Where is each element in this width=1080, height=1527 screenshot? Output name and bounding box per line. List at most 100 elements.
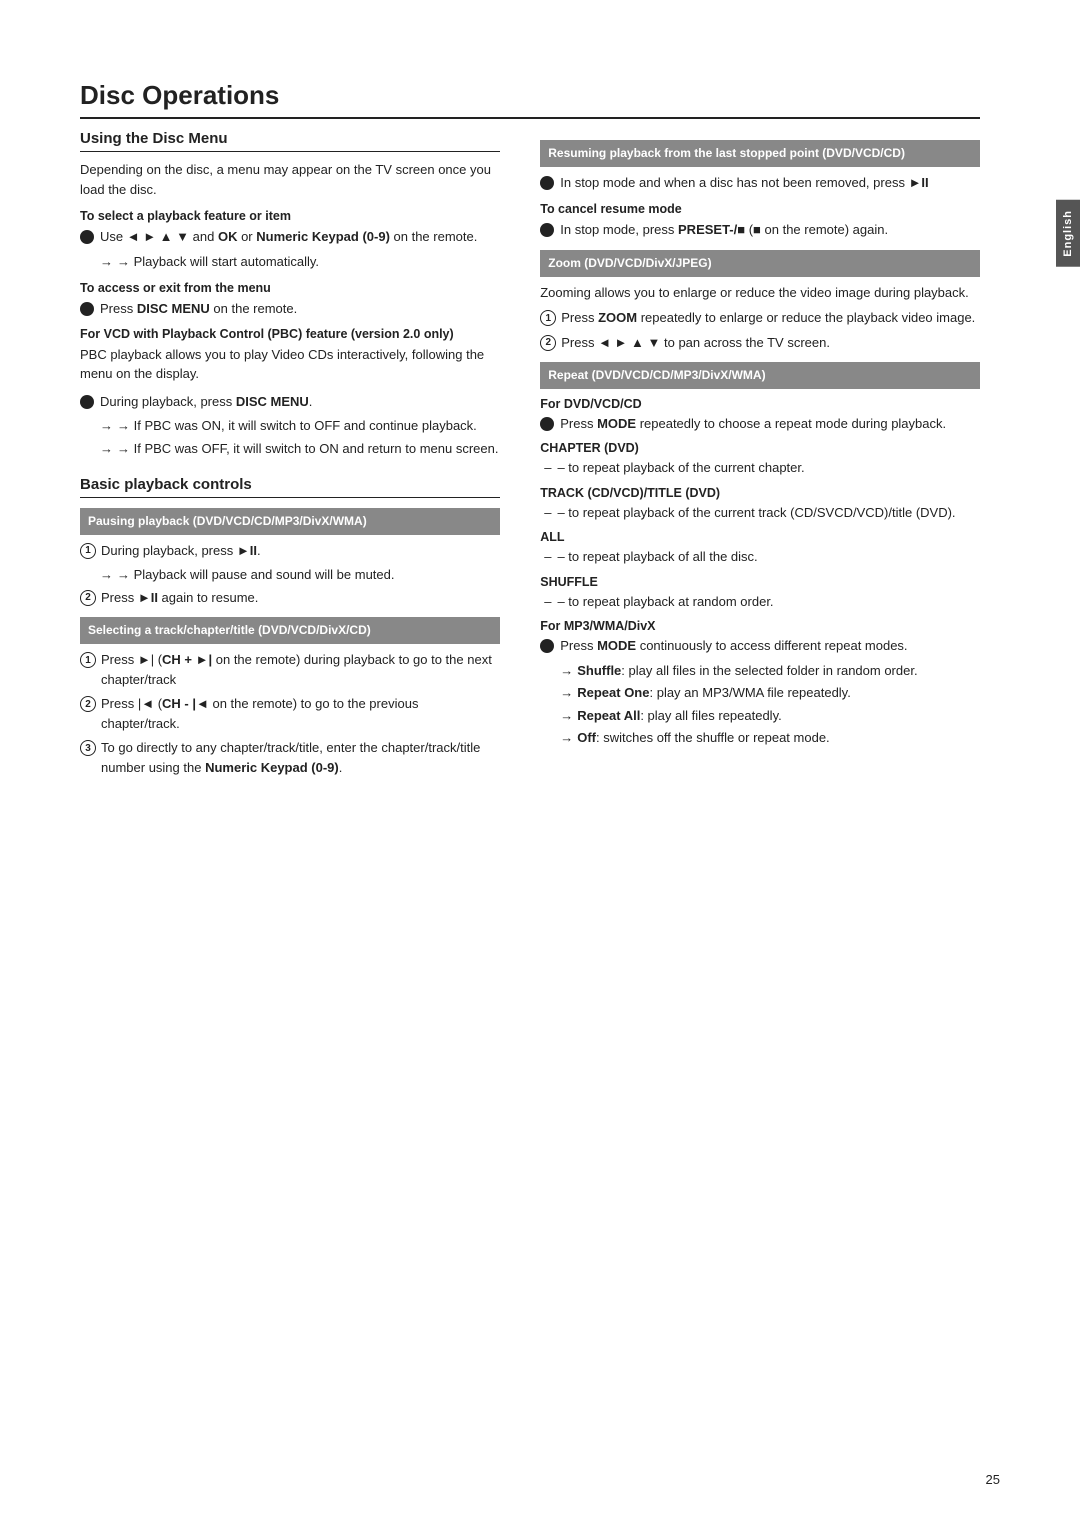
resuming-text: In stop mode and when a disc has not bee… [560,173,980,193]
shuffle-text: – to repeat playback at random order. [557,592,773,612]
step-number: 2 [80,590,96,606]
zoom-step2: 2 Press ◄ ► ▲ ▼ to pan across the TV scr… [540,333,980,353]
arrow-icon: → [560,728,573,748]
resuming-bullet: In stop mode and when a disc has not bee… [540,173,980,193]
for-mp3-text: Press MODE continuously to access differ… [560,636,980,656]
pbc-arrow2-text: → If PBC was OFF, it will switch to ON a… [117,439,498,459]
arrow-icon: → [560,706,573,726]
right-column: Resuming playback from the last stopped … [530,130,980,1467]
pausing-step2-text: Press ►II again to resume. [101,588,500,608]
mp3-arrow1-text: Shuffle: play all files in the selected … [577,661,917,681]
selecting-box: Selecting a track/chapter/title (DVD/VCD… [80,617,500,644]
mp3-arrow2-text: Repeat One: play an MP3/WMA file repeate… [577,683,851,703]
pbc-bullet-text: During playback, press DISC MENU. [100,392,500,412]
pausing-arrow-text: → Playback will pause and sound will be … [117,565,394,585]
select-feature-arrow-text: → Playback will start automatically. [117,252,319,272]
select-feature-arrow: → → Playback will start automatically. [100,252,500,272]
all-heading: ALL [540,530,980,544]
bullet-icon [80,230,94,244]
mp3-arrow3: → Repeat All: play all files repeatedly. [560,706,980,726]
pausing-step1: 1 During playback, press ►II. [80,541,500,561]
pbc-body: PBC playback allows you to play Video CD… [80,345,500,384]
dash-icon: – [544,592,551,612]
track-cd-heading: TRACK (CD/VCD)/TITLE (DVD) [540,486,980,500]
chapter-dvd-text: – to repeat playback of the current chap… [557,458,804,478]
mp3-arrow4-text: Off: switches off the shuffle or repeat … [577,728,829,748]
dash-icon: – [544,458,551,478]
chapter-dvd-heading: CHAPTER (DVD) [540,441,980,455]
access-menu-text: Press DISC MENU on the remote. [100,299,500,319]
bullet-icon [540,176,554,190]
arrow-icon: → [100,439,113,459]
pausing-arrow: → → Playback will pause and sound will b… [100,565,500,585]
for-dvd-text: Press MODE repeatedly to choose a repeat… [560,414,980,434]
repeat-box: Repeat (DVD/VCD/CD/MP3/DivX/WMA) [540,362,980,389]
pbc-bullet: During playback, press DISC MENU. [80,392,500,412]
bullet-icon [540,223,554,237]
basic-playback-heading: Basic playback controls [80,476,500,498]
pbc-heading: For VCD with Playback Control (PBC) feat… [80,327,500,341]
for-dvd-heading: For DVD/VCD/CD [540,397,980,411]
chapter-dvd-dash: – – to repeat playback of the current ch… [544,458,980,478]
arrow-icon: → [100,416,113,436]
left-column: Using the Disc Menu Depending on the dis… [80,130,530,1467]
using-disc-menu-heading: Using the Disc Menu [80,130,500,152]
mp3-arrow2: → Repeat One: play an MP3/WMA file repea… [560,683,980,703]
resuming-box: Resuming playback from the last stopped … [540,140,980,167]
bullet-icon [540,417,554,431]
zoom-step1-text: Press ZOOM repeatedly to enlarge or redu… [561,308,980,328]
zoom-box: Zoom (DVD/VCD/DivX/JPEG) [540,250,980,277]
shuffle-heading: SHUFFLE [540,575,980,589]
cancel-resume-heading: To cancel resume mode [540,202,980,216]
track-cd-text: – to repeat playback of the current trac… [557,503,955,523]
arrow-icon: → [100,565,113,585]
pausing-step1-text: During playback, press ►II. [101,541,500,561]
language-tab: English [1056,200,1080,267]
selecting-step1: 1 Press ►| (CH + ►| on the remote) durin… [80,650,500,689]
zoom-body: Zooming allows you to enlarge or reduce … [540,283,980,303]
step-number: 1 [80,652,96,668]
bullet-icon [540,639,554,653]
selecting-step2-text: Press |◄ (CH - |◄ on the remote) to go t… [101,694,500,733]
selecting-step2: 2 Press |◄ (CH - |◄ on the remote) to go… [80,694,500,733]
for-mp3-heading: For MP3/WMA/DivX [540,619,980,633]
select-feature-heading: To select a playback feature or item [80,209,500,223]
page-title: Disc Operations [80,80,980,119]
access-menu-bullet: Press DISC MENU on the remote. [80,299,500,319]
dash-icon: – [544,503,551,523]
cancel-resume-bullet: In stop mode, press PRESET-/■ (■ on the … [540,220,980,240]
pausing-step2: 2 Press ►II again to resume. [80,588,500,608]
step-number: 1 [540,310,556,326]
select-feature-bullet: Use ◄ ► ▲ ▼ and OK or Numeric Keypad (0-… [80,227,500,247]
pbc-arrow1: → → If PBC was ON, it will switch to OFF… [100,416,500,436]
bullet-icon [80,395,94,409]
step-number: 3 [80,740,96,756]
pbc-arrow1-text: → If PBC was ON, it will switch to OFF a… [117,416,477,436]
pausing-box: Pausing playback (DVD/VCD/CD/MP3/DivX/WM… [80,508,500,535]
all-dash: – – to repeat playback of all the disc. [544,547,980,567]
dash-icon: – [544,547,551,567]
pbc-feature-box: For VCD with Playback Control (PBC) feat… [80,327,500,384]
selecting-step1-text: Press ►| (CH + ►| on the remote) during … [101,650,500,689]
selecting-step3: 3 To go directly to any chapter/track/ti… [80,738,500,777]
step-number: 2 [540,335,556,351]
page-number: 25 [986,1472,1000,1487]
track-cd-dash: – – to repeat playback of the current tr… [544,503,980,523]
zoom-step1: 1 Press ZOOM repeatedly to enlarge or re… [540,308,980,328]
selecting-step3-text: To go directly to any chapter/track/titl… [101,738,500,777]
pbc-arrow2: → → If PBC was OFF, it will switch to ON… [100,439,500,459]
disc-menu-intro: Depending on the disc, a menu may appear… [80,160,500,199]
shuffle-dash: – – to repeat playback at random order. [544,592,980,612]
mp3-arrow3-text: Repeat All: play all files repeatedly. [577,706,781,726]
step-number: 2 [80,696,96,712]
for-mp3-bullet: Press MODE continuously to access differ… [540,636,980,656]
arrow-icon: → [560,661,573,681]
arrow-icon: → [560,683,573,703]
step-number: 1 [80,543,96,559]
bullet-icon [80,302,94,316]
all-text: – to repeat playback of all the disc. [557,547,757,567]
mp3-arrow4: → Off: switches off the shuffle or repea… [560,728,980,748]
for-dvd-bullet: Press MODE repeatedly to choose a repeat… [540,414,980,434]
access-menu-heading: To access or exit from the menu [80,281,500,295]
cancel-resume-text: In stop mode, press PRESET-/■ (■ on the … [560,220,980,240]
